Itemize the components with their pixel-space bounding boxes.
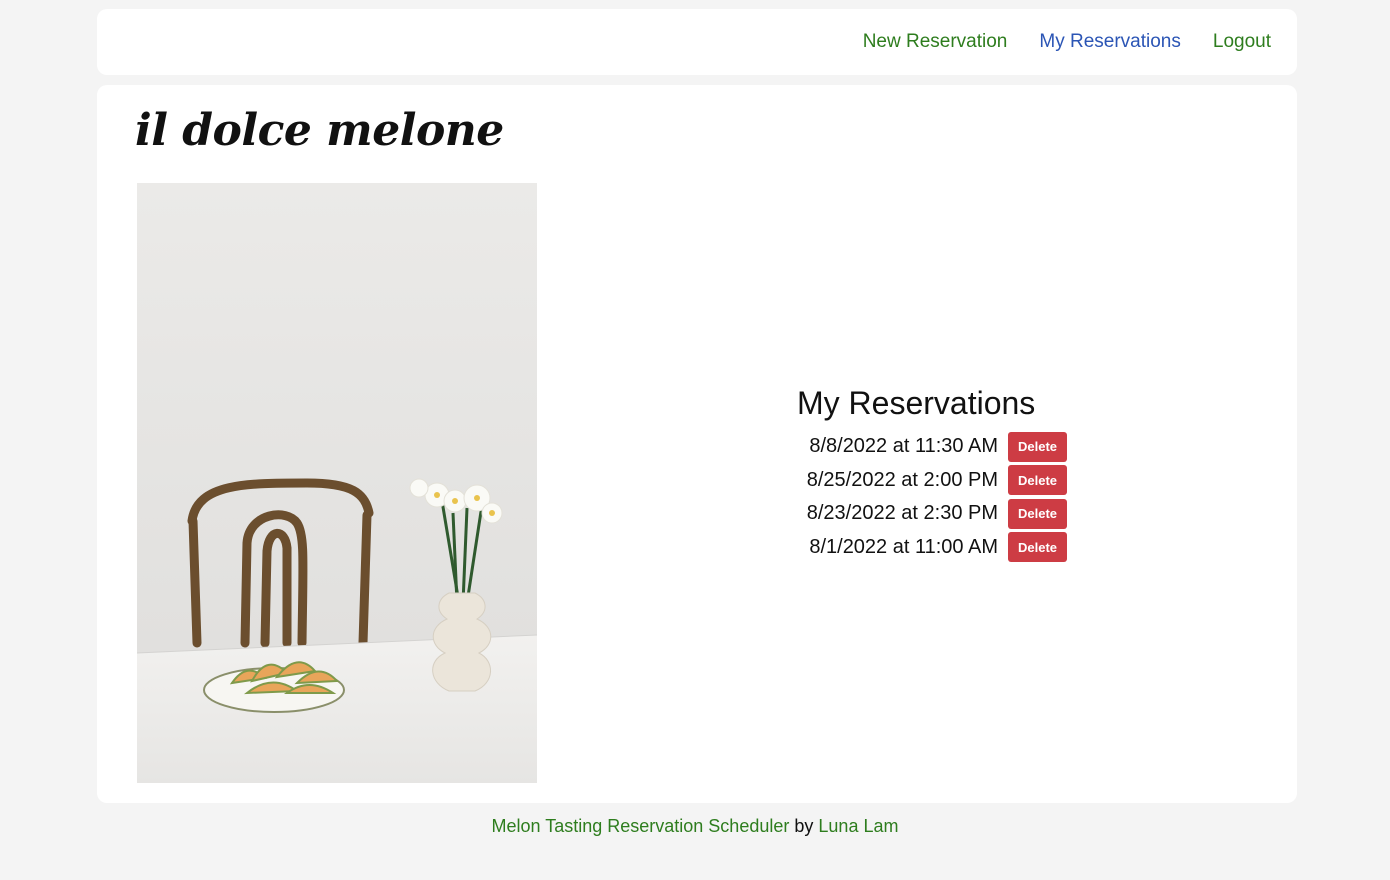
main-card: il dolce melone My Reservations 8/8/2022… bbox=[97, 85, 1297, 803]
reservation-datetime: 8/1/2022 at 11:00 AM bbox=[809, 535, 998, 558]
reservation-row: 8/8/2022 at 11:30 AM Delete bbox=[797, 430, 1097, 464]
delete-button[interactable]: Delete bbox=[1008, 532, 1067, 563]
top-navbar: New Reservation My Reservations Logout bbox=[97, 9, 1297, 75]
delete-button[interactable]: Delete bbox=[1008, 465, 1067, 496]
footer-author-link[interactable]: Luna Lam bbox=[818, 816, 898, 836]
reservations-panel: My Reservations 8/8/2022 at 11:30 AM Del… bbox=[797, 385, 1097, 564]
hero-photo bbox=[137, 183, 537, 783]
reservations-title: My Reservations bbox=[797, 385, 1036, 421]
delete-button[interactable]: Delete bbox=[1008, 431, 1067, 462]
reservation-row: 8/1/2022 at 11:00 AM Delete bbox=[797, 531, 1097, 565]
reservation-row: 8/25/2022 at 2:00 PM Delete bbox=[797, 464, 1097, 498]
nav-logout[interactable]: Logout bbox=[1213, 31, 1271, 53]
nav-my-reservations[interactable]: My Reservations bbox=[1039, 31, 1181, 53]
footer-app-link[interactable]: Melon Tasting Reservation Scheduler bbox=[492, 816, 790, 836]
footer-by-text: by bbox=[794, 816, 814, 836]
brand-title: il dolce melone bbox=[135, 105, 504, 156]
reservation-datetime: 8/23/2022 at 2:30 PM bbox=[806, 502, 998, 525]
hero-photo-illustration bbox=[137, 183, 537, 783]
delete-button[interactable]: Delete bbox=[1008, 498, 1067, 529]
reservation-datetime: 8/25/2022 at 2:00 PM bbox=[806, 468, 998, 491]
nav-new-reservation[interactable]: New Reservation bbox=[863, 31, 1008, 53]
footer: Melon Tasting Reservation Scheduler by L… bbox=[0, 816, 1390, 837]
reservation-datetime: 8/8/2022 at 11:30 AM bbox=[809, 435, 998, 458]
reservation-row: 8/23/2022 at 2:30 PM Delete bbox=[797, 497, 1097, 531]
